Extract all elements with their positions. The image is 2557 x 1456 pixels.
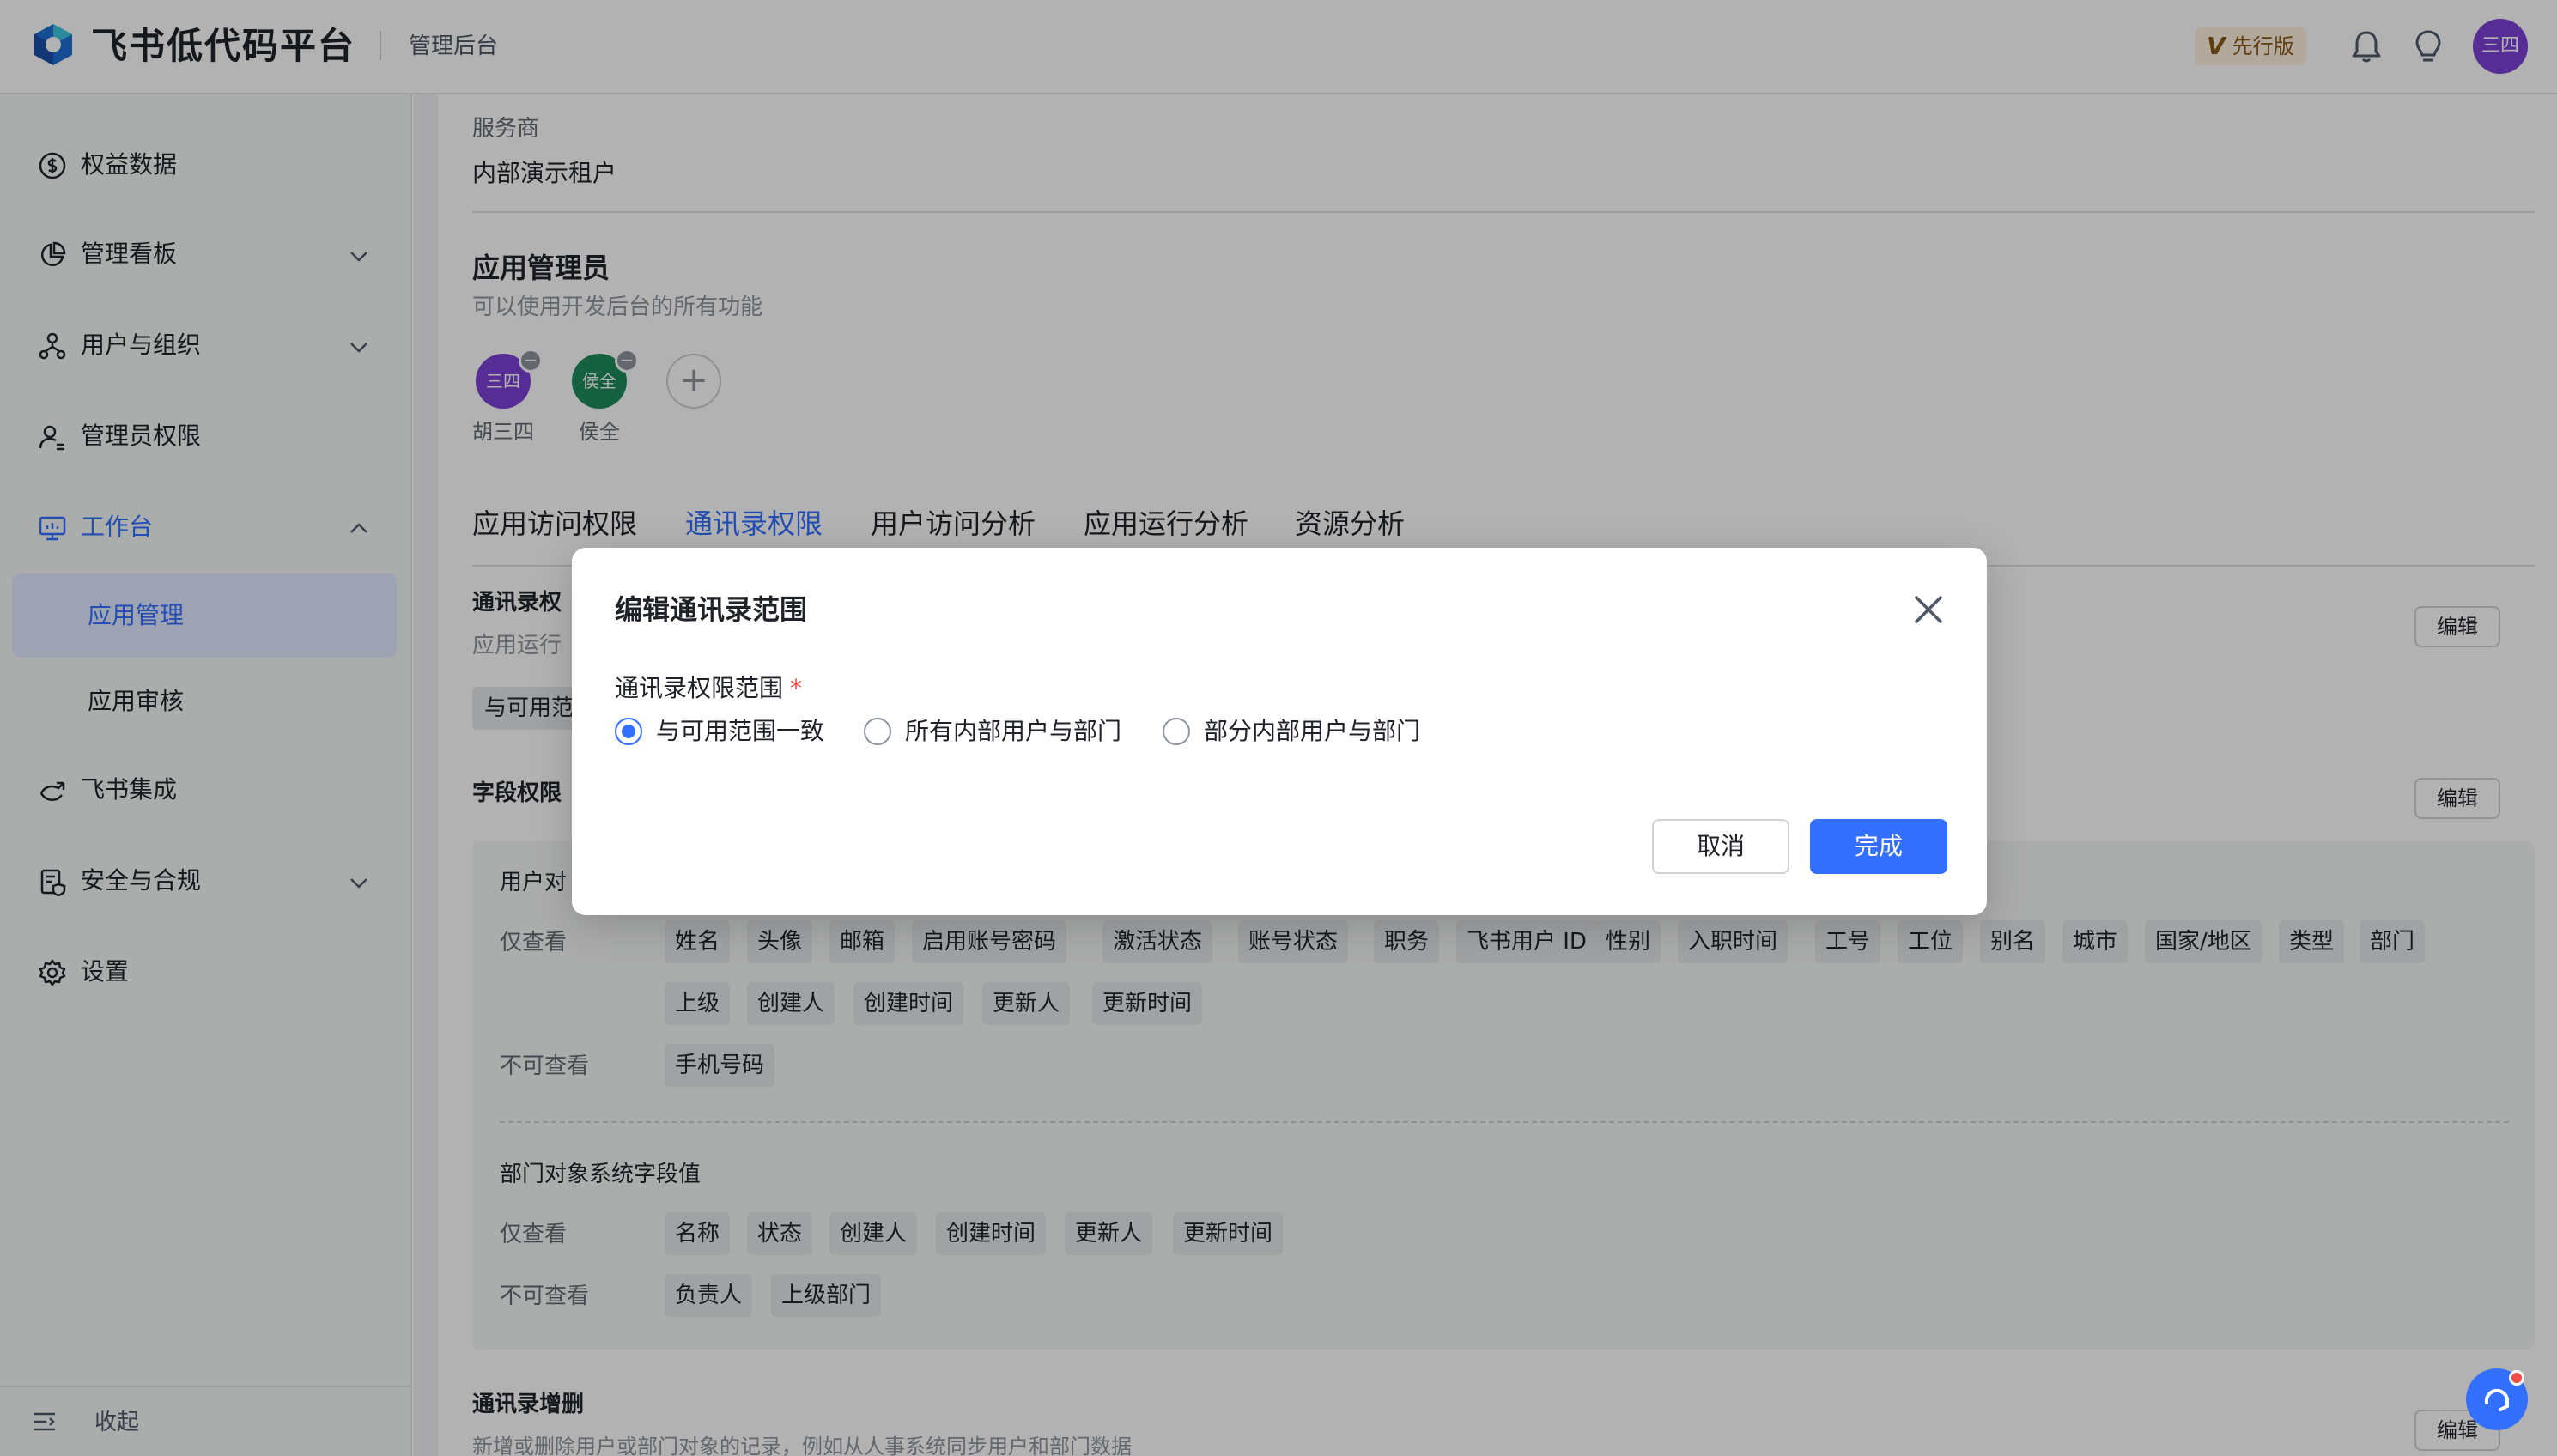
radio-all-internal[interactable]: 所有内部用户与部门: [864, 714, 1121, 749]
radio-label: 所有内部用户与部门: [905, 717, 1122, 745]
field-label: 通讯录权限范围 *: [615, 671, 802, 706]
field-label-text: 通讯录权限范围: [615, 674, 784, 702]
radio-label: 部分内部用户与部门: [1204, 717, 1421, 745]
edit-contacts-scope-dialog: 编辑通讯录范围 通讯录权限范围 * 与可用范围一致 所有内部用户与部门 部分内部用…: [572, 548, 1987, 915]
notification-dot: [2509, 1370, 2524, 1386]
radio-same-as-available[interactable]: 与可用范围一致: [615, 714, 824, 749]
radio-dot[interactable]: [615, 718, 642, 745]
close-icon[interactable]: [1911, 592, 1946, 627]
radio-dot[interactable]: [1163, 718, 1190, 745]
required-mark: *: [790, 674, 803, 702]
confirm-button[interactable]: 完成: [1810, 819, 1947, 874]
radio-partial-internal[interactable]: 部分内部用户与部门: [1163, 714, 1420, 749]
radio-dot[interactable]: [864, 718, 891, 745]
dialog-title: 编辑通讯录范围: [615, 593, 808, 626]
radio-label: 与可用范围一致: [656, 717, 825, 745]
cancel-button[interactable]: 取消: [1652, 819, 1789, 874]
